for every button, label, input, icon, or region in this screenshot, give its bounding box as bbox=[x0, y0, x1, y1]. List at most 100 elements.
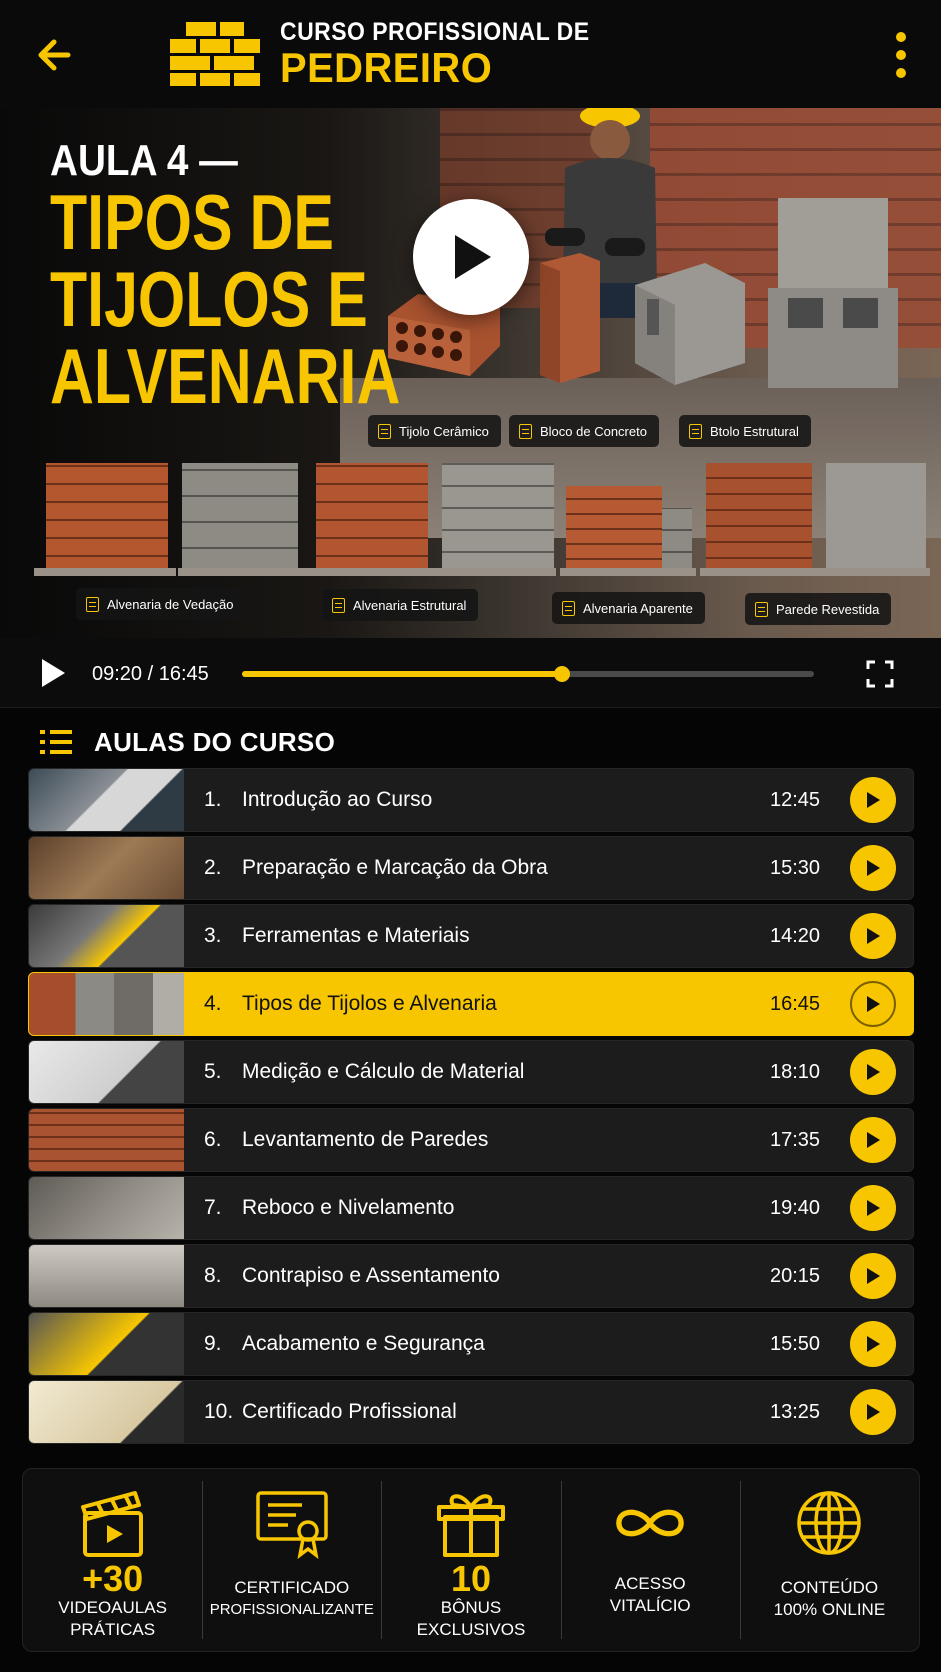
lesson-play-button[interactable] bbox=[850, 1049, 896, 1095]
lesson-thumbnail bbox=[29, 837, 184, 899]
feature-label: BÔNUS bbox=[440, 1598, 502, 1617]
play-icon bbox=[867, 928, 880, 944]
features-bar: +30 VIDEOAULAS PRÁTICAS CERTIFICADO PROF… bbox=[22, 1468, 920, 1652]
concrete-block-illustration bbox=[635, 263, 745, 385]
lesson-row[interactable]: 3. Ferramentas e Materiais 14:20 bbox=[28, 904, 914, 968]
lesson-title-line: TIJOLOS E bbox=[50, 255, 368, 343]
lessons-header: AULAS DO CURSO bbox=[40, 722, 335, 762]
play-icon bbox=[867, 1132, 880, 1148]
playback-time: 09:20 / 16:45 bbox=[92, 663, 209, 685]
lesson-thumbnail bbox=[29, 769, 184, 831]
lesson-number: 3. bbox=[204, 924, 222, 947]
brick-icon bbox=[378, 423, 391, 439]
feature-label: CERTIFICADO bbox=[234, 1578, 350, 1597]
lesson-number: 4. bbox=[204, 992, 222, 1015]
feature-label: CONTEÚDO bbox=[780, 1578, 879, 1597]
feature-label: ACESSO bbox=[614, 1574, 686, 1593]
play-icon bbox=[455, 235, 491, 279]
play-icon bbox=[867, 860, 880, 876]
wall-base bbox=[178, 568, 306, 576]
lesson-duration: 14:20 bbox=[770, 924, 821, 947]
lesson-thumbnail bbox=[29, 973, 184, 1035]
wall-sample-rendered bbox=[826, 463, 926, 573]
tag-label: Alvenaria Estrutural bbox=[353, 597, 467, 613]
progress-bar[interactable] bbox=[242, 666, 814, 682]
lesson-duration: 17:35 bbox=[770, 1128, 821, 1151]
lesson-title-line: TIPOS DE bbox=[50, 178, 334, 266]
lesson-thumbnail bbox=[29, 905, 184, 967]
lesson-play-button[interactable] bbox=[850, 845, 896, 891]
lesson-row[interactable]: 7. Reboco e Nivelamento 19:40 bbox=[28, 1176, 914, 1240]
lesson-duration: 18:10 bbox=[770, 1060, 821, 1083]
feature-label: PRÁTICAS bbox=[70, 1620, 156, 1639]
fullscreen-icon[interactable] bbox=[866, 660, 894, 688]
player-controls: 09:20 / 16:45 bbox=[0, 638, 941, 708]
kebab-menu-icon[interactable] bbox=[889, 32, 913, 78]
lesson-row[interactable]: 6. Levantamento de Paredes 17:35 bbox=[28, 1108, 914, 1172]
brick-icon bbox=[332, 597, 345, 613]
lesson-number: 2. bbox=[204, 856, 222, 879]
lesson-play-button[interactable] bbox=[850, 1253, 896, 1299]
play-icon bbox=[867, 996, 880, 1012]
lesson-thumbnail bbox=[29, 1245, 184, 1307]
play-icon bbox=[867, 1200, 880, 1216]
lesson-row[interactable]: 10. Certificado Profissional 13:25 bbox=[28, 1380, 914, 1444]
lesson-row[interactable]: 1. Introdução ao Curso 12:45 bbox=[28, 768, 914, 832]
big-play-button[interactable] bbox=[413, 199, 529, 315]
lesson-play-button[interactable] bbox=[850, 913, 896, 959]
lesson-thumbnail bbox=[29, 1313, 184, 1375]
lesson-row[interactable]: 5. Medição e Cálculo de Material 18:10 bbox=[28, 1040, 914, 1104]
play-icon[interactable] bbox=[38, 656, 68, 690]
gift-icon bbox=[437, 1494, 505, 1557]
lesson-row[interactable]: 9. Acabamento e Segurança 15:50 bbox=[28, 1312, 914, 1376]
course-logo: CURSO PROFISSIONAL DE PEDREIRO bbox=[168, 18, 616, 90]
infinity-icon bbox=[616, 1509, 684, 1537]
lesson-play-button[interactable] bbox=[850, 777, 896, 823]
tag-alvenaria-aparente: Alvenaria Aparente bbox=[552, 592, 705, 624]
lesson-row[interactable]: 2. Preparação e Marcação da Obra 15:30 bbox=[28, 836, 914, 900]
lesson-play-button[interactable] bbox=[850, 1389, 896, 1435]
feature-label: VIDEOAULAS bbox=[58, 1598, 167, 1617]
brick-icon bbox=[689, 423, 702, 439]
feature-number: +30 bbox=[82, 1558, 144, 1599]
lesson-thumbnail bbox=[29, 1041, 184, 1103]
tag-bloco-concreto: Bloco de Concreto bbox=[509, 415, 659, 447]
tag-label: Btolo Estrutural bbox=[710, 423, 799, 439]
lesson-number: 7. bbox=[204, 1196, 222, 1219]
lesson-title-line: ALVENARIA bbox=[50, 332, 401, 420]
tag-label: Parede Revestida bbox=[776, 601, 880, 617]
feature-number: 10 bbox=[450, 1558, 492, 1599]
brick-icon bbox=[755, 601, 768, 617]
globe-icon bbox=[797, 1491, 862, 1555]
play-icon bbox=[867, 792, 880, 808]
wall-base bbox=[700, 568, 930, 576]
logo-title: PEDREIRO bbox=[280, 44, 493, 91]
structural-block-illustration bbox=[768, 198, 898, 388]
tag-label: Tijolo Cerâmico bbox=[399, 423, 489, 439]
brick-icon bbox=[562, 600, 575, 616]
lesson-title: Preparação e Marcação da Obra bbox=[242, 856, 548, 879]
lesson-row[interactable]: 4. Tipos de Tijolos e Alvenaria 16:45 bbox=[28, 972, 914, 1036]
lesson-play-button[interactable] bbox=[850, 981, 896, 1027]
lesson-play-button[interactable] bbox=[850, 1117, 896, 1163]
tag-alvenaria-estrutural: Alvenaria Estrutural bbox=[322, 589, 479, 621]
lesson-number: 5. bbox=[204, 1060, 222, 1083]
logo-subtitle: CURSO PROFISSIONAL DE bbox=[280, 18, 590, 46]
lesson-duration: 15:30 bbox=[770, 856, 821, 879]
wall-sample-brick bbox=[46, 463, 168, 573]
lesson-title: Reboco e Nivelamento bbox=[242, 1196, 455, 1219]
wall-sample-brick bbox=[566, 486, 662, 573]
lesson-title: Acabamento e Segurança bbox=[242, 1332, 485, 1355]
video-player[interactable]: AULA 4 — TIPOS DE TIJOLOS E ALVENARIA Ti… bbox=[0, 108, 941, 638]
lesson-duration: 19:40 bbox=[770, 1196, 821, 1219]
wall-sample-block bbox=[662, 508, 692, 573]
lesson-play-button[interactable] bbox=[850, 1185, 896, 1231]
progress-knob[interactable] bbox=[554, 666, 571, 682]
lesson-row[interactable]: 8. Contrapiso e Assentamento 20:15 bbox=[28, 1244, 914, 1308]
back-arrow-icon[interactable] bbox=[30, 30, 80, 80]
tag-label: Bloco de Concreto bbox=[540, 423, 647, 439]
lesson-thumbnail bbox=[29, 1177, 184, 1239]
lesson-title: Tipos de Tijolos e Alvenaria bbox=[242, 992, 497, 1015]
lesson-number: 8. bbox=[204, 1264, 222, 1287]
lesson-play-button[interactable] bbox=[850, 1321, 896, 1367]
